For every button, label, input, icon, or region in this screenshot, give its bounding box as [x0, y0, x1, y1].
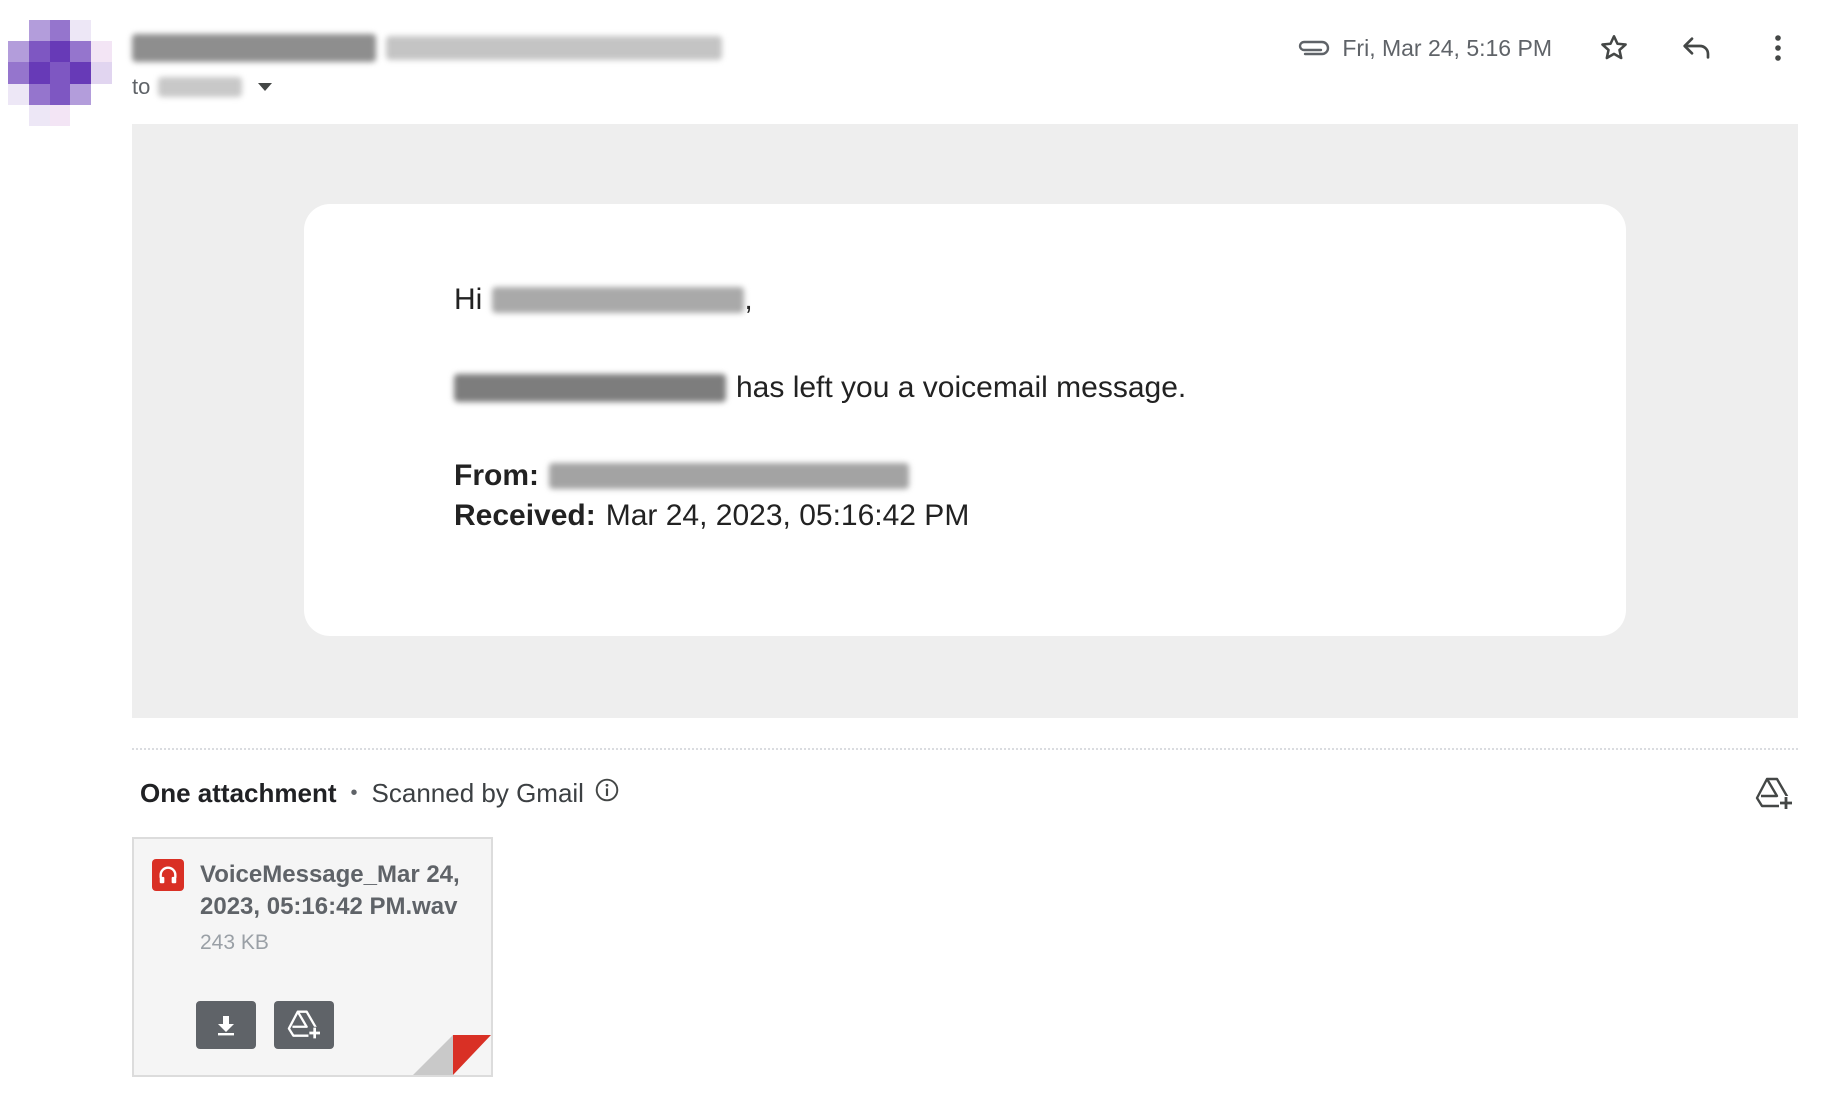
avatar-pixel: [8, 62, 29, 84]
download-button[interactable]: [196, 1001, 256, 1049]
avatar-pixel: [49, 41, 71, 63]
avatar-pixel: [49, 20, 71, 42]
page-fold-corner: [413, 1035, 491, 1075]
avatar-pixel: [28, 104, 50, 126]
avatar-pixel: [91, 104, 112, 126]
email-view: to Fri, Mar 24, 5:16 PM Hi , has left yo…: [0, 0, 1826, 1110]
avatar-pixel: [8, 104, 29, 126]
avatar-pixel: [70, 83, 92, 105]
avatar-pixel: [49, 83, 71, 105]
add-to-drive-button[interactable]: [274, 1001, 334, 1049]
greeting-suffix: ,: [744, 283, 753, 316]
received-line: Received: Mar 24, 2023, 05:16:42 PM: [454, 496, 1186, 536]
attachments-divider: [132, 748, 1798, 750]
message-date: Fri, Mar 24, 5:16 PM: [1342, 34, 1552, 61]
download-icon: [218, 1016, 234, 1036]
avatar-pixel: [8, 41, 29, 63]
sender-line: [132, 32, 722, 64]
caller-name: [454, 374, 726, 402]
received-label: Received:: [454, 499, 596, 532]
more-vert-icon[interactable]: [1754, 24, 1802, 72]
sender-email: [386, 36, 722, 60]
add-all-to-drive-icon[interactable]: [1752, 772, 1796, 816]
from-line: From:: [454, 456, 1186, 496]
attachments-title: One attachment: [140, 777, 337, 808]
attachment-filename: VoiceMessage_Mar 24, 2023, 05:16:42 PM.w…: [200, 861, 460, 920]
avatar-pixel: [91, 41, 112, 63]
greeting-line: Hi ,: [454, 280, 1186, 320]
voicemail-content: Hi , has left you a voicemail message. F…: [454, 280, 1186, 536]
avatar-pixel: [70, 20, 92, 42]
sender-name[interactable]: [132, 34, 376, 62]
greeting-prefix: Hi: [454, 283, 483, 316]
avatar-pixel: [8, 83, 29, 105]
chevron-down-icon[interactable]: [258, 83, 273, 91]
separator-dot: •: [350, 781, 358, 804]
avatar-pixel: [28, 62, 50, 84]
greeting-name: [492, 287, 745, 313]
avatar-pixel: [28, 83, 50, 105]
avatar-pixel: [70, 104, 92, 126]
avatar-pixel: [91, 20, 112, 42]
recipient-line: to: [132, 74, 273, 100]
avatar-pixel: [28, 41, 50, 63]
star-icon[interactable]: [1590, 24, 1638, 72]
message-body: Hi , has left you a voicemail message. F…: [132, 124, 1798, 718]
info-icon[interactable]: [594, 777, 620, 810]
avatar-pixel: [70, 41, 92, 63]
avatar-pixel: [49, 62, 71, 84]
avatar-pixel: [28, 20, 50, 42]
message-header-actions: Fri, Mar 24, 5:16 PM: [1296, 28, 1802, 68]
from-label: From:: [454, 459, 539, 492]
reply-icon[interactable]: [1672, 24, 1720, 72]
avatar-pixel: [8, 20, 29, 42]
avatar-pixel: [91, 62, 112, 84]
voicemail-card: Hi , has left you a voicemail message. F…: [304, 204, 1626, 636]
attachment-clip-icon: [1296, 37, 1330, 59]
from-value: [549, 463, 909, 489]
avatar-pixel: [49, 104, 71, 126]
avatar-pixel: [91, 83, 112, 105]
audio-headphones-icon: [152, 859, 184, 891]
sender-avatar[interactable]: [8, 20, 112, 126]
voicemail-line: has left you a voicemail message.: [454, 368, 1186, 408]
scanned-by-gmail: Scanned by Gmail: [371, 777, 584, 808]
avatar-pixel: [70, 62, 92, 84]
voicemail-text: has left you a voicemail message.: [736, 371, 1187, 404]
add-to-drive-icon: [287, 1010, 321, 1040]
to-label: to: [132, 74, 151, 99]
attachments-header: One attachment • Scanned by Gmail: [140, 776, 620, 810]
attachment-card[interactable]: VoiceMessage_Mar 24, 2023, 05:16:42 PM.w…: [132, 837, 493, 1077]
attachment-size: 243 KB: [200, 931, 269, 954]
recipient-name: [158, 77, 243, 97]
received-value: Mar 24, 2023, 05:16:42 PM: [605, 499, 970, 532]
